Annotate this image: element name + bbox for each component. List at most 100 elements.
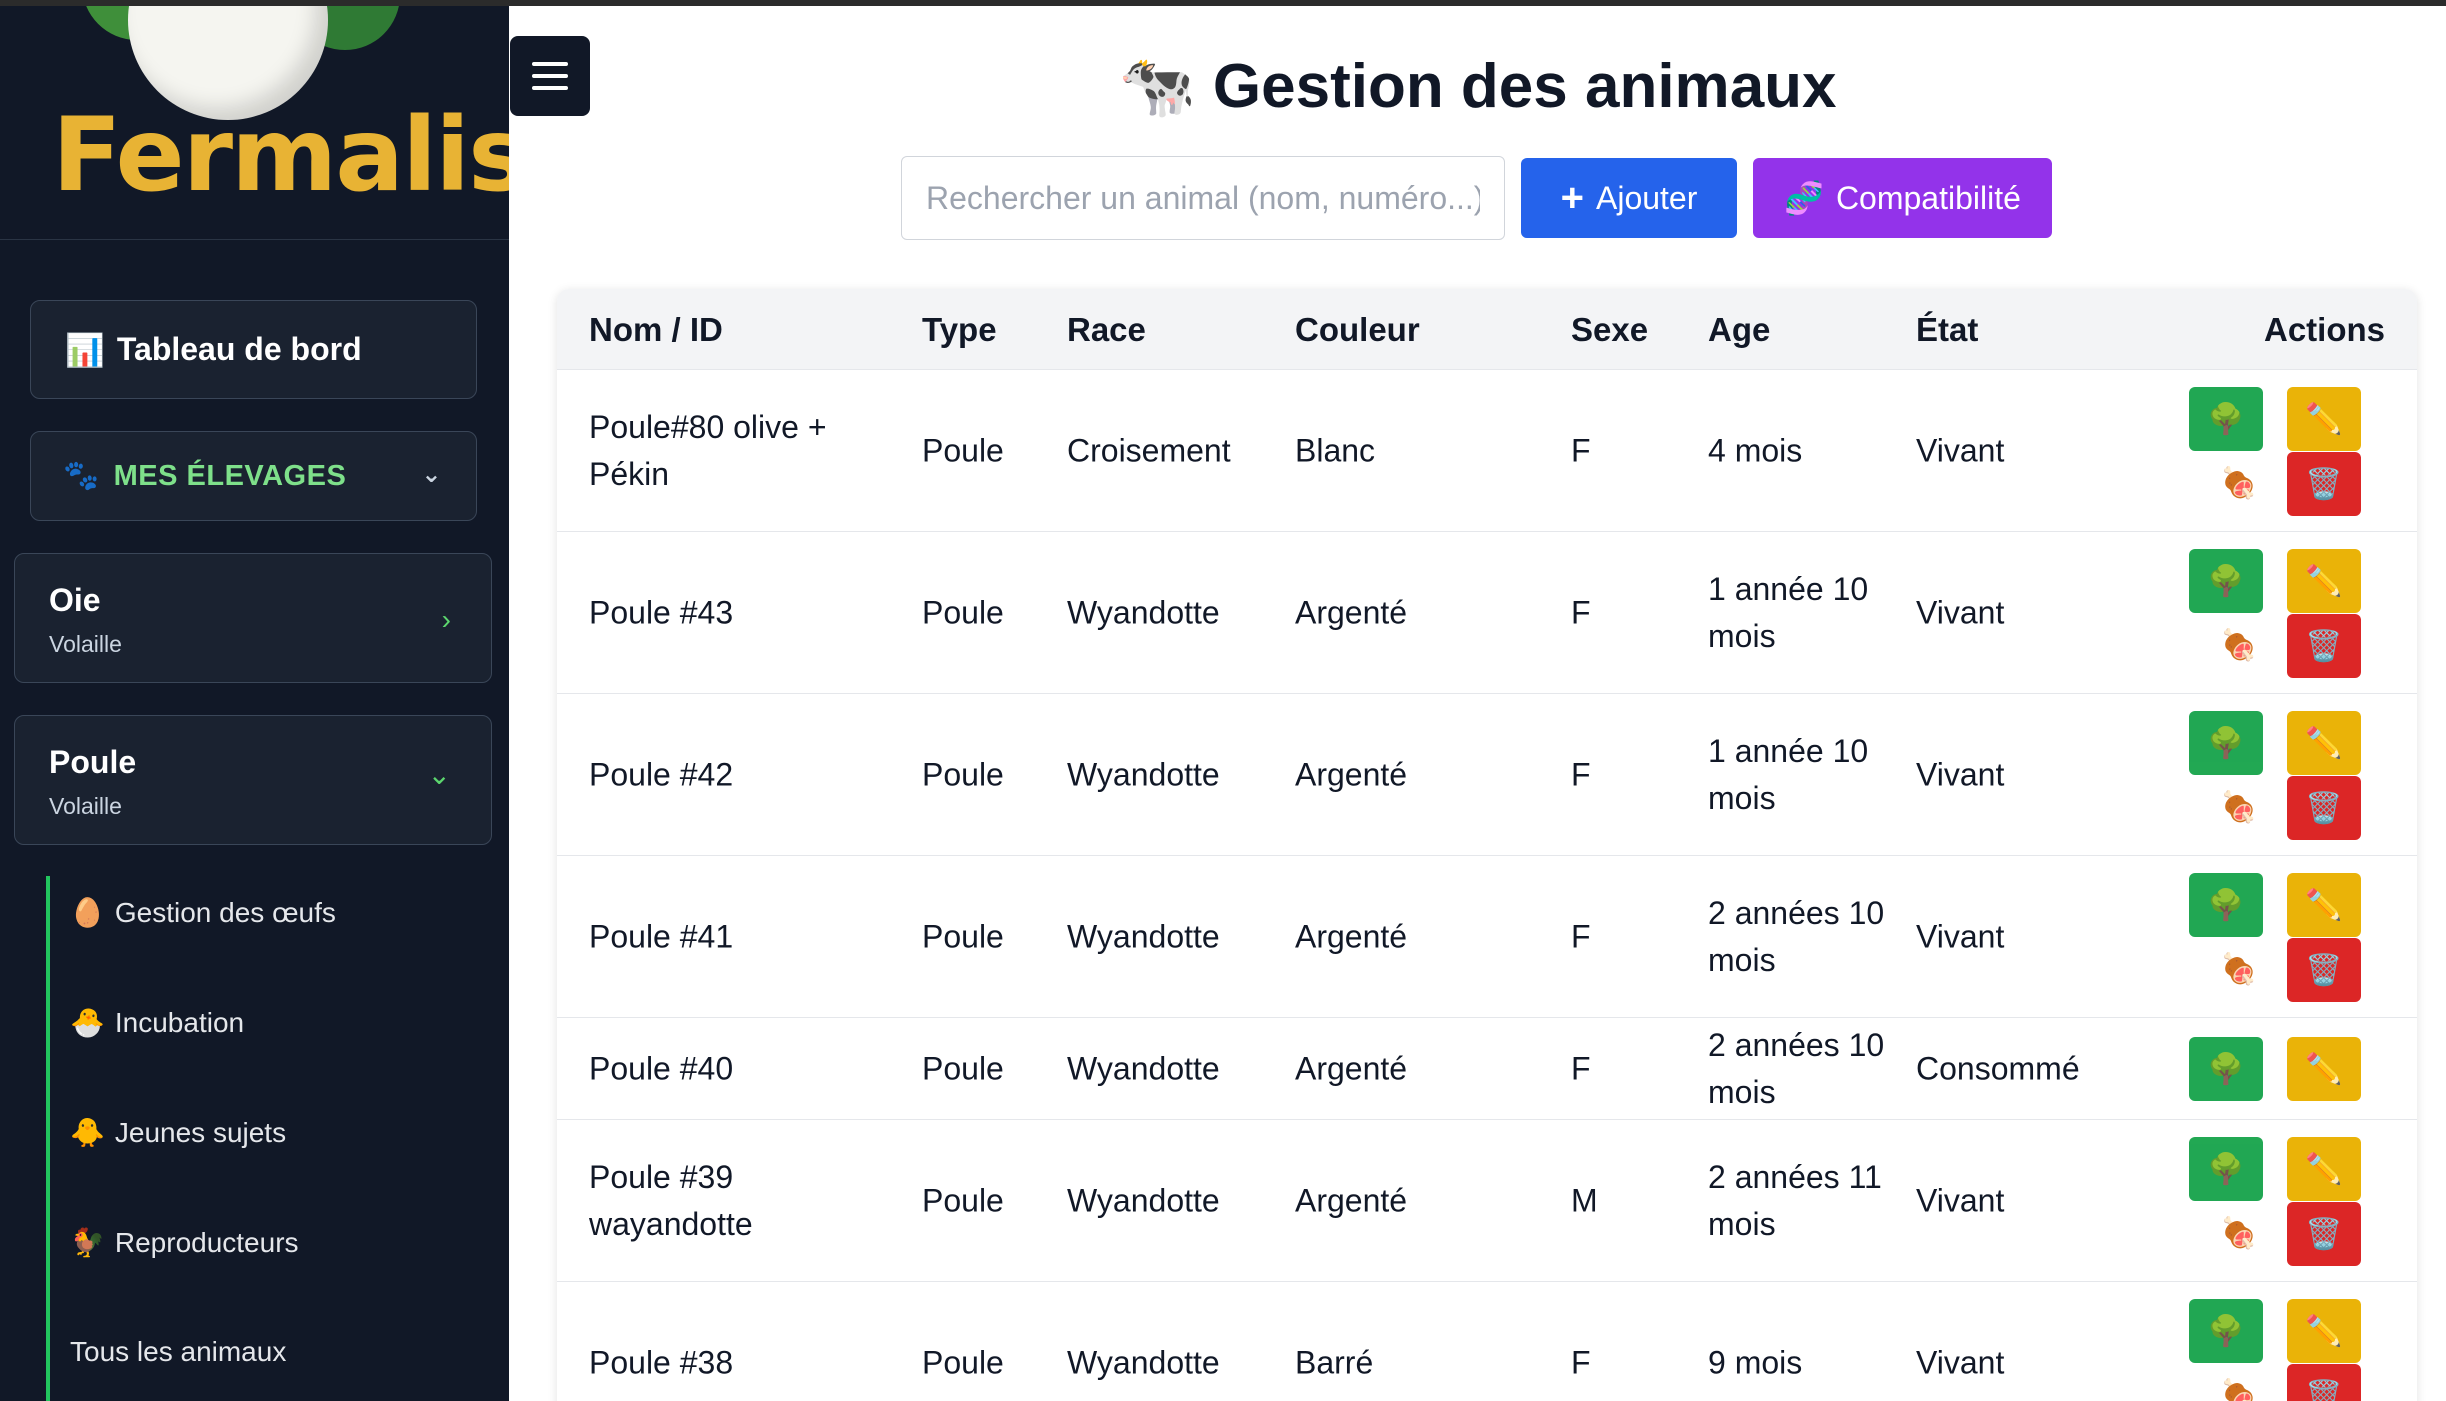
tree-icon: 🌳 <box>2207 564 2245 598</box>
family-tree-button[interactable]: 🌳 <box>2189 1037 2263 1101</box>
dashboard-button[interactable]: 📊 Tableau de bord <box>30 300 477 399</box>
trash-icon: 🗑️ <box>2305 629 2343 663</box>
main-content: 🐄 Gestion des animaux + Ajouter 🧬 Compat… <box>509 0 2446 1401</box>
meat-icon: 🍖 <box>2220 1216 2258 1250</box>
delete-button[interactable]: 🗑️ <box>2287 776 2361 840</box>
edit-button[interactable]: ✏️ <box>2287 1299 2361 1363</box>
compatibility-button[interactable]: 🧬 Compatibilité <box>1753 158 2052 238</box>
consume-button[interactable]: 🍖 <box>2209 458 2269 508</box>
consume-button[interactable]: 🍖 <box>2209 1208 2269 1258</box>
chevron-down-icon: ⌄ <box>421 461 442 488</box>
col-header-sex: Sexe <box>1571 311 1649 348</box>
family-tree-button[interactable]: 🌳 <box>2189 387 2263 451</box>
family-tree-button[interactable]: 🌳 <box>2189 873 2263 937</box>
dashboard-label: Tableau de bord <box>116 331 362 367</box>
search-input[interactable] <box>901 156 1505 240</box>
chevron-down-icon: ⌄ <box>427 759 451 790</box>
edit-button[interactable]: ✏️ <box>2287 873 2361 937</box>
family-tree-button[interactable]: 🌳 <box>2189 1137 2263 1201</box>
elevages-label: MES ÉLEVAGES <box>113 459 347 492</box>
pencil-icon: ✏️ <box>2305 1052 2343 1086</box>
edit-button[interactable]: ✏️ <box>2287 387 2361 451</box>
elevages-dropdown[interactable]: 🐾 MES ÉLEVAGES ⌄ <box>30 431 477 521</box>
table-row[interactable]: Poule#80 olive + Pékin Poule Croisement … <box>557 369 2417 531</box>
family-tree-button[interactable]: 🌳 <box>2189 711 2263 775</box>
consume-button[interactable]: 🍖 <box>2209 944 2269 994</box>
consume-button[interactable]: 🍖 <box>2209 782 2269 832</box>
submenu-item-jeunes-sujets[interactable]: 🐥 Jeunes sujets <box>70 1116 286 1149</box>
table-row[interactable]: Poule #38 Poule Wyandotte Barré F 9 mois… <box>557 1281 2417 1401</box>
consume-button[interactable]: 🍖 <box>2209 620 2269 670</box>
egg-icon: 🥚 <box>70 897 105 928</box>
col-header-state: État <box>1916 311 1979 348</box>
meat-icon: 🍖 <box>2220 1378 2258 1401</box>
cell-name: Poule #38 <box>589 1344 734 1380</box>
family-tree-button[interactable]: 🌳 <box>2189 1299 2263 1363</box>
compat-label: Compatibilité <box>1835 179 2021 216</box>
family-tree-button[interactable]: 🌳 <box>2189 549 2263 613</box>
submenu-label: Reproducteurs <box>114 1226 299 1258</box>
meat-icon: 🍖 <box>2220 466 2258 500</box>
add-animal-button[interactable]: + Ajouter <box>1521 158 1737 238</box>
tree-icon: 🌳 <box>2207 1052 2245 1086</box>
cell-sex: F <box>1571 918 1591 954</box>
col-header-age: Age <box>1708 311 1771 348</box>
edit-button[interactable]: ✏️ <box>2287 1037 2361 1101</box>
chevron-right-icon: › <box>441 604 451 635</box>
table-row[interactable]: Poule #43 Poule Wyandotte Argenté F 1 an… <box>557 531 2417 693</box>
col-header-name: Nom / ID <box>589 311 723 348</box>
cell-type: Poule <box>922 594 1004 630</box>
delete-button[interactable]: 🗑️ <box>2287 452 2361 516</box>
delete-button[interactable]: 🗑️ <box>2287 1364 2361 1401</box>
delete-button[interactable]: 🗑️ <box>2287 938 2361 1002</box>
trash-icon: 🗑️ <box>2305 1379 2343 1401</box>
meat-icon: 🍖 <box>2220 628 2258 662</box>
table-header: Nom / ID Type Race Couleur Sexe Age État… <box>557 289 2417 369</box>
submenu-label: Incubation <box>114 1006 245 1038</box>
submenu-label: Gestion des œufs <box>114 896 336 928</box>
delete-button[interactable]: 🗑️ <box>2287 1202 2361 1266</box>
species-item-oie[interactable]: Oie Volaille › <box>14 553 492 683</box>
cell-race: Wyandotte <box>1067 1182 1220 1218</box>
cell-state: Vivant <box>1916 756 2005 792</box>
cell-type: Poule <box>922 918 1004 954</box>
table-row[interactable]: Poule #41 Poule Wyandotte Argenté F 2 an… <box>557 855 2417 1017</box>
cell-name: Poule #40 <box>589 1050 734 1086</box>
edit-button[interactable]: ✏️ <box>2287 711 2361 775</box>
cell-sex: F <box>1571 1344 1591 1380</box>
cell-state: Consommé <box>1916 1050 2080 1086</box>
cell-age: 4 mois <box>1708 432 1803 468</box>
cell-race: Wyandotte <box>1067 756 1220 792</box>
submenu-item-oeufs[interactable]: 🥚 Gestion des œufs <box>70 896 336 929</box>
species-category: Volaille <box>49 631 122 657</box>
hamburger-menu-button[interactable] <box>510 36 590 116</box>
table-row[interactable]: Poule #39 wayandotte Poule Wyandotte Arg… <box>557 1119 2417 1281</box>
cell-name: Poule #43 <box>589 594 734 630</box>
submenu-label: Jeunes sujets <box>114 1116 287 1148</box>
edit-button[interactable]: ✏️ <box>2287 549 2361 613</box>
cell-color: Argenté <box>1295 756 1408 792</box>
submenu-item-incubation[interactable]: 🐣 Incubation <box>70 1006 244 1039</box>
cell-state: Vivant <box>1916 1344 2005 1380</box>
cell-state: Vivant <box>1916 1182 2005 1218</box>
table-row[interactable]: Poule #42 Poule Wyandotte Argenté F 1 an… <box>557 693 2417 855</box>
cell-color: Argenté <box>1295 1182 1408 1218</box>
pencil-icon: ✏️ <box>2305 564 2343 598</box>
paw-icon: 🐾 <box>63 460 100 492</box>
table-row[interactable]: Poule #40 Poule Wyandotte Argenté F 2 an… <box>557 1017 2417 1119</box>
submenu-item-tous-animaux[interactable]: Tous les animaux <box>70 1336 286 1368</box>
meat-icon: 🍖 <box>2220 790 2258 824</box>
cell-sex: F <box>1571 756 1591 792</box>
species-item-poule[interactable]: Poule Volaille ⌄ <box>14 715 492 845</box>
submenu-item-reproducteurs[interactable]: 🐓 Reproducteurs <box>70 1226 299 1259</box>
hamburger-line <box>532 86 568 90</box>
col-header-actions: Actions <box>2263 311 2385 348</box>
submenu-label: Tous les animaux <box>70 1336 287 1367</box>
delete-button[interactable]: 🗑️ <box>2287 614 2361 678</box>
cell-name: Poule #41 <box>589 918 734 954</box>
tree-icon: 🌳 <box>2207 726 2245 760</box>
cell-color: Blanc <box>1295 432 1376 468</box>
edit-button[interactable]: ✏️ <box>2287 1137 2361 1201</box>
consume-button[interactable]: 🍖 <box>2209 1370 2269 1401</box>
logo[interactable]: Fermalis <box>0 0 509 240</box>
